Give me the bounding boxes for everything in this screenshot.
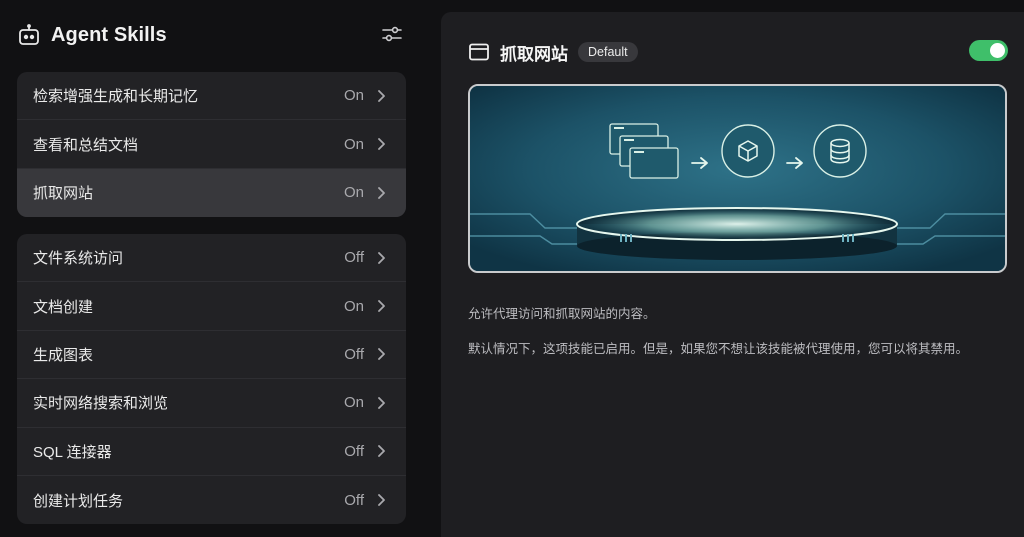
skill-label: 实时网络搜索和浏览 bbox=[33, 395, 169, 413]
skill-row-view-summarize-docs[interactable]: 查看和总结文档 On bbox=[17, 120, 406, 169]
skill-row-web-search[interactable]: 实时网络搜索和浏览 On bbox=[17, 379, 406, 428]
skill-row-doc-creation[interactable]: 文档创建 On bbox=[17, 282, 406, 331]
skill-status: Off bbox=[344, 345, 364, 363]
chevron-right-icon bbox=[374, 186, 388, 200]
chevron-right-icon bbox=[374, 137, 388, 151]
skills-group-2: 文件系统访问 Off 文档创建 On 生成图表 Off 实时网络搜索和浏览 On… bbox=[17, 234, 406, 525]
browser-window-icon bbox=[468, 41, 490, 63]
skill-status: Off bbox=[344, 249, 364, 267]
chevron-right-icon bbox=[374, 444, 388, 458]
skill-row-scheduled-tasks[interactable]: 创建计划任务 Off bbox=[17, 476, 406, 524]
skill-label: 生成图表 bbox=[33, 346, 94, 364]
skill-status: On bbox=[343, 87, 364, 105]
default-badge: Default bbox=[578, 42, 638, 62]
chevron-right-icon bbox=[374, 299, 388, 313]
skills-group-1: 检索增强生成和长期记忆 On 查看和总结文档 On 抓取网站 On bbox=[17, 72, 406, 218]
skill-label: 检索增强生成和长期记忆 bbox=[33, 88, 199, 106]
skill-row-rag-memory[interactable]: 检索增强生成和长期记忆 On bbox=[17, 72, 406, 121]
sidebar: Agent Skills 检索增强生成和长期记忆 On 查看和总结文档 On 抓… bbox=[0, 0, 424, 537]
skill-default-note: 默认情况下，这项技能已启用。但是，如果您不想让该技能被代理使用，您可以将其禁用。 bbox=[468, 342, 969, 356]
skill-row-charts[interactable]: 生成图表 Off bbox=[17, 331, 406, 380]
skill-row-sql-connector[interactable]: SQL 连接器 Off bbox=[17, 428, 406, 476]
sidebar-title: Agent Skills bbox=[51, 23, 167, 46]
sliders-icon[interactable] bbox=[380, 22, 404, 46]
robot-icon bbox=[17, 23, 41, 47]
chevron-right-icon bbox=[374, 493, 388, 507]
skill-enable-toggle[interactable] bbox=[969, 40, 1008, 61]
skill-detail-panel: 抓取网站 Default 允许代理访问和抓取网站的内容。 默认情况下，这项技能已… bbox=[441, 12, 1024, 537]
chevron-right-icon bbox=[374, 396, 388, 410]
panel-header: 抓取网站 Default bbox=[468, 39, 1008, 65]
skill-status: On bbox=[343, 184, 364, 202]
sidebar-header: Agent Skills bbox=[17, 20, 407, 50]
skill-status: On bbox=[343, 297, 364, 315]
chevron-right-icon bbox=[374, 251, 388, 265]
skill-row-filesystem[interactable]: 文件系统访问 Off bbox=[17, 234, 406, 283]
panel-title: 抓取网站 bbox=[500, 44, 568, 64]
skill-description: 允许代理访问和抓取网站的内容。 bbox=[468, 307, 656, 321]
toggle-knob bbox=[990, 43, 1005, 58]
skill-status: On bbox=[343, 135, 364, 153]
skill-label: 文档创建 bbox=[33, 298, 94, 316]
skill-label: 查看和总结文档 bbox=[33, 136, 139, 154]
skill-status: On bbox=[343, 394, 364, 412]
skill-label: 抓取网站 bbox=[33, 185, 94, 203]
chevron-right-icon bbox=[374, 89, 388, 103]
hero-illustration bbox=[468, 84, 1007, 273]
skill-label: 文件系统访问 bbox=[33, 250, 124, 268]
skill-label: 创建计划任务 bbox=[33, 492, 124, 510]
skill-status: Off bbox=[344, 442, 364, 460]
skill-label: SQL 连接器 bbox=[33, 443, 112, 461]
skill-status: Off bbox=[344, 491, 364, 509]
skill-row-scrape-websites[interactable]: 抓取网站 On bbox=[17, 168, 406, 218]
chevron-right-icon bbox=[374, 347, 388, 361]
